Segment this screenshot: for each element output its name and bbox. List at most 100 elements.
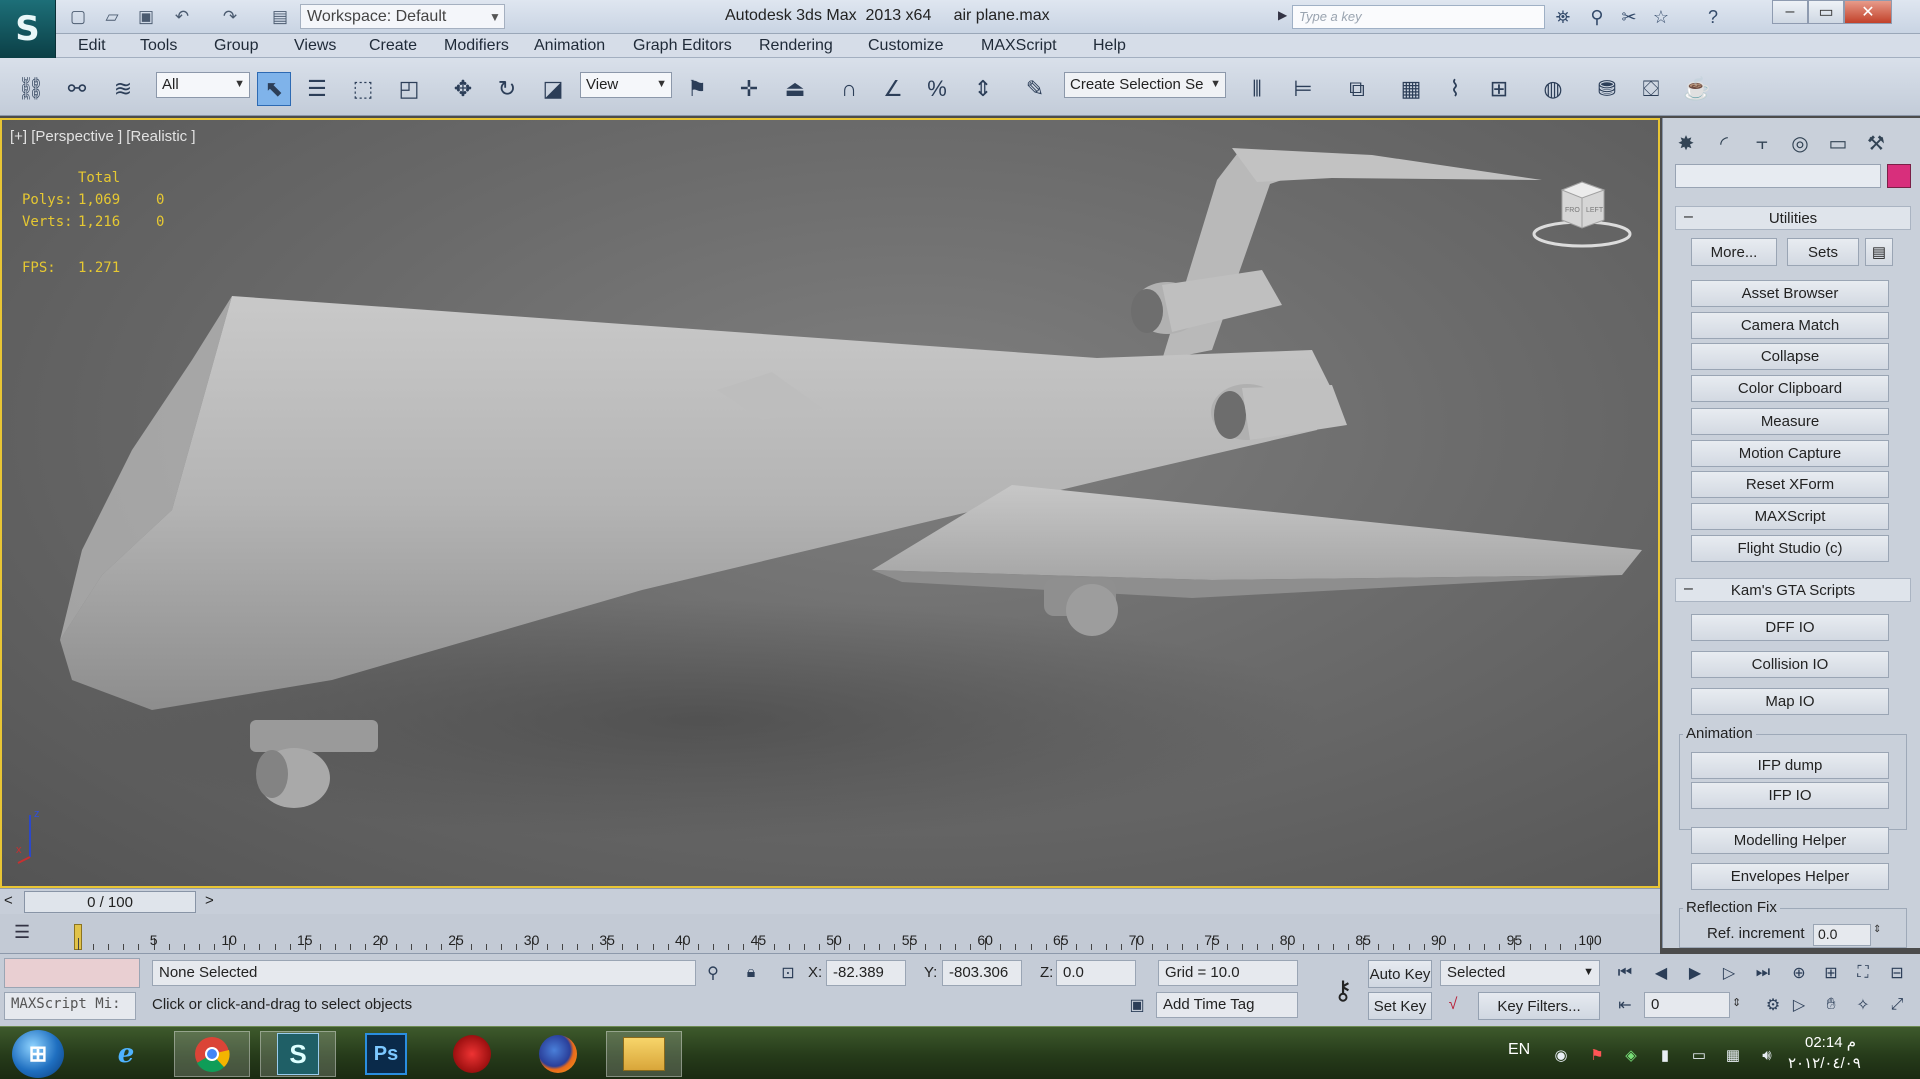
menu-rendering[interactable]: Rendering — [759, 37, 833, 55]
menu-graph-editors[interactable]: Graph Editors — [633, 37, 732, 55]
rectangular-selection-icon[interactable]: ⬚ — [346, 72, 380, 106]
menu-animation[interactable]: Animation — [534, 37, 605, 55]
window-crossing-icon[interactable]: ◰ — [392, 72, 426, 106]
key-mode-dropdown[interactable]: Selected ▼ — [1440, 960, 1600, 986]
menu-customize[interactable]: Customize — [868, 37, 944, 55]
select-and-link-icon[interactable]: ⛓ — [14, 72, 48, 106]
menu-maxscript[interactable]: MAXScript — [981, 37, 1057, 55]
utility-motion-capture[interactable]: Motion Capture — [1691, 440, 1889, 467]
new-file-icon[interactable]: ▢ — [66, 6, 90, 28]
orbit-icon[interactable]: ✧ — [1850, 992, 1876, 1018]
time-slider-prev[interactable]: < — [4, 892, 13, 909]
app-logo-button[interactable]: S — [0, 0, 56, 58]
favorites-star-icon[interactable]: ☆ — [1648, 6, 1674, 28]
select-manipulate-icon[interactable]: ✛ — [732, 72, 766, 106]
action-center-flag-icon[interactable]: ⚑ — [1586, 1045, 1608, 1065]
time-tag-icon[interactable]: ▣ — [1124, 992, 1150, 1018]
zoom-extents-all-icon[interactable]: ⊟ — [1884, 960, 1910, 986]
spinner-snap-icon[interactable]: ⇕ — [966, 72, 1000, 106]
explorer-icon[interactable] — [606, 1031, 682, 1077]
spinner-icon[interactable]: ⇕ — [1732, 996, 1741, 1009]
utility-measure[interactable]: Measure — [1691, 408, 1889, 435]
add-time-tag-field[interactable]: Add Time Tag — [1156, 992, 1298, 1018]
curve-editor-icon[interactable]: ⌇ — [1438, 72, 1472, 106]
dff-io-button[interactable]: DFF IO — [1691, 614, 1889, 641]
ref-increment-input[interactable]: 0.0 — [1813, 924, 1871, 946]
align-icon[interactable]: ⊨ — [1286, 72, 1320, 106]
utilities-rollout-header[interactable]: – Utilities — [1675, 206, 1911, 230]
exchange-icon[interactable]: ✂ — [1616, 6, 1642, 28]
device-icon[interactable]: ▮ — [1654, 1045, 1676, 1065]
modelling-helper-button[interactable]: Modelling Helper — [1691, 827, 1889, 854]
schematic-view-icon[interactable]: ⊞ — [1482, 72, 1516, 106]
spinner-icon[interactable]: ⇕ — [1873, 924, 1881, 935]
search-expand-icon[interactable]: ▶ — [1278, 8, 1287, 22]
photoshop-icon[interactable]: Ps — [348, 1031, 424, 1077]
select-and-scale-icon[interactable]: ◪ — [536, 72, 570, 106]
menu-views[interactable]: Views — [294, 37, 336, 55]
render-setup-icon[interactable]: ⛃ — [1590, 72, 1624, 106]
chrome-icon[interactable] — [174, 1031, 250, 1077]
maxscript-mini-listener[interactable]: MAXScript Mi: — [4, 992, 136, 1020]
sets-button[interactable]: Sets — [1787, 238, 1859, 266]
select-and-move-icon[interactable]: ✥ — [446, 72, 480, 106]
object-name-field[interactable] — [1675, 164, 1881, 188]
utility-camera-match[interactable]: Camera Match — [1691, 312, 1889, 339]
network-globe-icon[interactable]: ◉ — [1550, 1045, 1572, 1065]
minimize-button[interactable]: – — [1772, 0, 1808, 24]
angle-snap-icon[interactable]: ∠ — [876, 72, 910, 106]
key-tangent-icon[interactable]: √ — [1440, 992, 1466, 1018]
more-button[interactable]: More... — [1691, 238, 1777, 266]
utility-asset-browser[interactable]: Asset Browser — [1691, 280, 1889, 307]
select-by-name-icon[interactable]: ☰ — [300, 72, 334, 106]
zoom-icon[interactable]: ⊕ — [1786, 960, 1812, 986]
clock-date[interactable]: ٢٠١٢/٠٤/٠٩ — [1788, 1054, 1861, 1072]
go-to-start-icon[interactable]: ⏮ — [1612, 960, 1638, 986]
select-and-rotate-icon[interactable]: ↻ — [490, 72, 524, 106]
render-production-icon[interactable]: ☕ — [1680, 72, 1714, 106]
clock-time[interactable]: 02:14 م — [1805, 1033, 1856, 1051]
open-file-icon[interactable]: ▱ — [100, 6, 124, 28]
snaps-toggle-icon[interactable]: ∩ — [832, 72, 866, 106]
ifp-io-button[interactable]: IFP IO — [1691, 782, 1889, 809]
next-frame-icon[interactable]: ▷ — [1716, 960, 1742, 986]
save-file-icon[interactable]: ▣ — [134, 6, 158, 28]
previous-frame-icon[interactable]: ◀ — [1648, 960, 1674, 986]
menu-tools[interactable]: Tools — [140, 37, 177, 55]
display-tab-icon[interactable]: ▭ — [1823, 128, 1853, 158]
menu-edit[interactable]: Edit — [78, 37, 106, 55]
envelopes-helper-button[interactable]: Envelopes Helper — [1691, 863, 1889, 890]
workspace-dropdown[interactable]: Workspace: Default — [300, 4, 505, 29]
key-search-icon[interactable]: ⚲ — [1584, 6, 1610, 28]
menu-modifiers[interactable]: Modifiers — [444, 37, 509, 55]
menu-group[interactable]: Group — [214, 37, 258, 55]
set-key-button[interactable]: Set Key — [1368, 992, 1432, 1020]
create-tab-icon[interactable]: ✸ — [1671, 128, 1701, 158]
utility-collapse[interactable]: Collapse — [1691, 343, 1889, 370]
rendered-frame-window-icon[interactable]: ⛋ — [1634, 72, 1668, 106]
keyboard-shortcut-toggle-icon[interactable]: ⏏ — [778, 72, 812, 106]
key-filters-button[interactable]: Key Filters... — [1478, 992, 1600, 1020]
time-slider-next[interactable]: > — [205, 892, 214, 909]
pan-view-icon[interactable]: ✋︎ — [1818, 992, 1844, 1018]
airplane-model[interactable] — [2, 120, 1658, 886]
absolute-mode-transform-icon[interactable]: ⊡ — [775, 960, 801, 986]
infocenter-search-input[interactable]: Type a key — [1292, 5, 1545, 29]
menu-create[interactable]: Create — [369, 37, 417, 55]
unlink-icon[interactable]: ⚯ — [60, 72, 94, 106]
zoom-extents-icon[interactable]: ⛶ — [1850, 960, 1876, 986]
view-cube[interactable]: FRO LEFT — [1532, 172, 1632, 252]
isolate-selection-icon[interactable]: ⚲ — [700, 960, 726, 986]
maximize-viewport-icon[interactable]: ⤢ — [1884, 992, 1910, 1018]
redo-icon[interactable]: ↷ — [218, 6, 242, 28]
project-folder-icon[interactable]: ▤ — [268, 6, 292, 28]
gta-scripts-rollout-header[interactable]: – Kam's GTA Scripts — [1675, 578, 1911, 602]
network-icon[interactable]: ▦ — [1722, 1045, 1744, 1065]
set-keys-key-icon[interactable]: ⚷ — [1316, 966, 1370, 1014]
key-mode-toggle-icon[interactable]: ⇤ — [1612, 992, 1638, 1018]
maxscript-listener-output[interactable] — [4, 958, 140, 988]
select-object-icon[interactable]: ⬉ — [257, 72, 291, 106]
configure-sets-icon[interactable]: ▤ — [1865, 238, 1893, 266]
motion-tab-icon[interactable]: ◎ — [1785, 128, 1815, 158]
lock-selection-icon[interactable]: 🔒︎ — [738, 960, 764, 986]
